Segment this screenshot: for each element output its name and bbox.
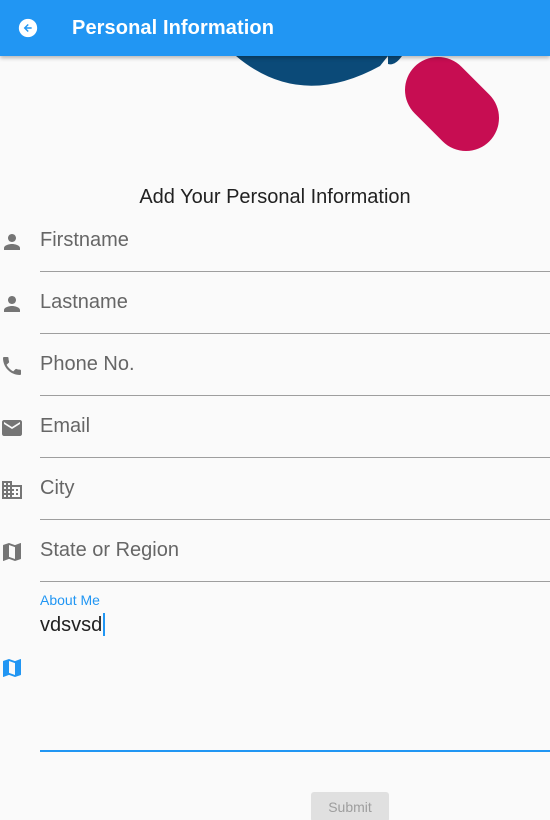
about-me-input[interactable]: vdsvsd xyxy=(40,613,106,637)
about-me-underline xyxy=(40,750,550,752)
form-heading: Add Your Personal Information xyxy=(139,186,411,208)
city-label: City xyxy=(40,477,75,499)
state-label: State or Region xyxy=(40,539,179,561)
phone-icon xyxy=(3,357,21,375)
phone-field[interactable]: Phone No. xyxy=(0,334,550,396)
email-icon xyxy=(2,420,22,436)
about-me-field[interactable]: About Me vdsvsd xyxy=(0,582,550,752)
lastname-field[interactable]: Lastname xyxy=(0,272,550,334)
city-icon xyxy=(2,481,22,499)
about-me-value: vdsvsd xyxy=(40,614,103,636)
map-icon xyxy=(3,659,21,677)
phone-label: Phone No. xyxy=(40,353,135,375)
firstname-field[interactable]: Firstname xyxy=(0,210,550,272)
about-me-label: About Me xyxy=(40,592,100,608)
state-field[interactable]: State or Region xyxy=(0,520,550,582)
person-icon xyxy=(4,296,20,312)
city-field[interactable]: City xyxy=(0,458,550,520)
text-cursor xyxy=(103,613,106,636)
email-label: Email xyxy=(40,415,91,437)
person-icon xyxy=(4,234,20,250)
app-bar: Personal Information xyxy=(0,0,550,56)
email-field[interactable]: Email xyxy=(0,396,550,458)
firstname-label: Firstname xyxy=(40,229,129,251)
back-button[interactable] xyxy=(16,16,40,40)
app-bar-title: Personal Information xyxy=(72,17,275,39)
submit-button[interactable]: Submit xyxy=(311,792,389,820)
arrow-back-icon xyxy=(18,18,38,38)
map-icon xyxy=(3,543,21,561)
lastname-label: Lastname xyxy=(40,291,128,313)
